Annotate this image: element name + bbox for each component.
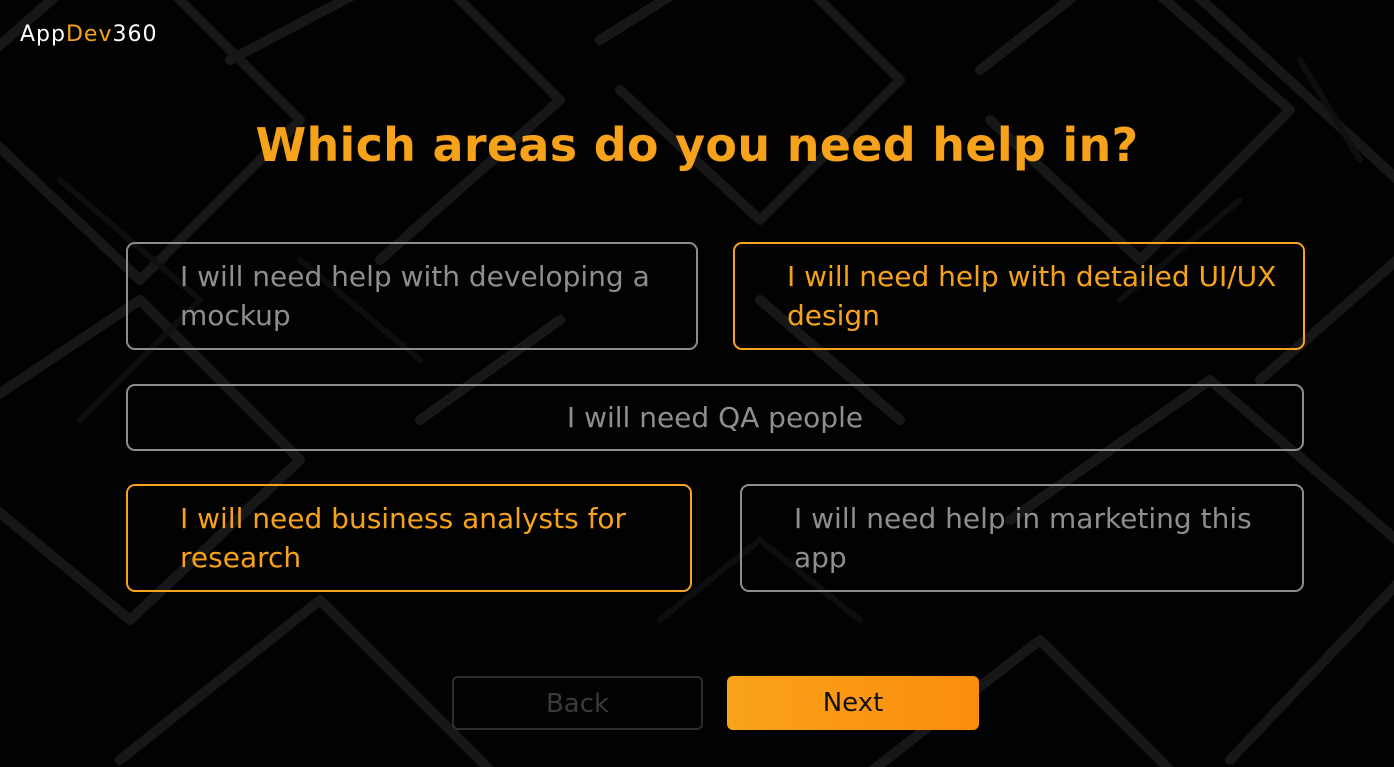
option-business-analysts[interactable]: I will need business analysts for resear…	[126, 484, 692, 592]
option-mockup[interactable]: I will need help with developing a mocku…	[126, 242, 698, 350]
option-label: I will need QA people	[566, 401, 864, 434]
onboarding-screen: AppDev360 Which areas do you need help i…	[0, 0, 1394, 767]
logo-text-360: 360	[112, 22, 158, 47]
option-ui-ux-design[interactable]: I will need help with detailed UI/UX des…	[733, 242, 1305, 350]
option-label: I will need help with detailed UI/UX des…	[787, 260, 1277, 332]
option-marketing[interactable]: I will need help in marketing this app	[740, 484, 1304, 592]
option-label: I will need help in marketing this app	[794, 502, 1252, 574]
app-logo: AppDev360	[20, 22, 157, 47]
logo-text-app: App	[20, 22, 66, 47]
option-qa-people[interactable]: I will need QA people	[126, 384, 1304, 451]
option-label: I will need help with developing a mocku…	[180, 260, 650, 332]
next-button[interactable]: Next	[727, 676, 979, 730]
option-label: I will need business analysts for resear…	[180, 502, 627, 574]
question-title: Which areas do you need help in?	[255, 118, 1139, 172]
back-button[interactable]: Back	[452, 676, 703, 730]
logo-text-dev: Dev	[65, 22, 113, 47]
